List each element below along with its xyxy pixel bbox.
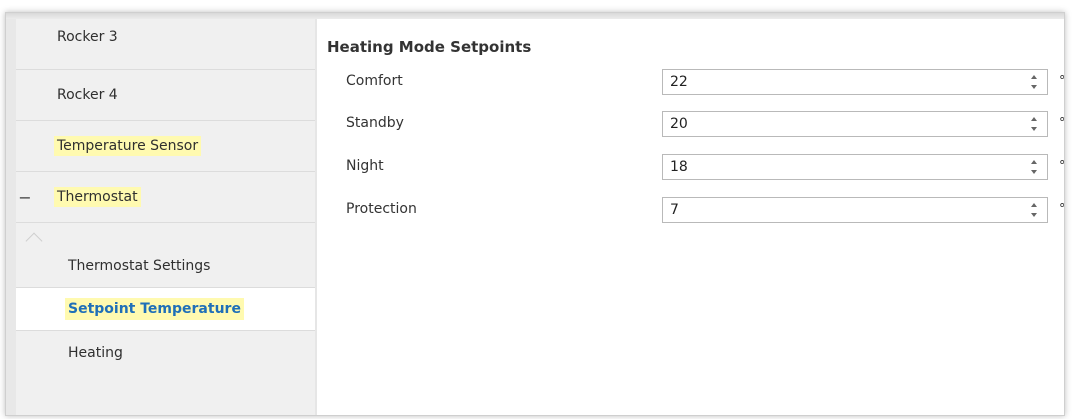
sidebar-item-rocker-4[interactable]: Rocker 4 [16, 70, 315, 121]
arrow-up-icon[interactable] [1031, 117, 1037, 121]
spinner-arrows-icon[interactable] [1029, 201, 1039, 219]
protection-spinbox[interactable]: 7 [662, 197, 1048, 223]
sidebar-item-temperature-sensor[interactable]: Temperature Sensor [16, 121, 315, 172]
sidebar-item-label: Temperature Sensor [54, 136, 202, 156]
spinbox-value: 7 [670, 202, 679, 218]
main-panel: Heating Mode Setpoints Comfort 22 °C Sta… [319, 19, 1064, 415]
sidebar-item-label: Rocker 3 [57, 29, 118, 45]
sidebar-subitem-label: Setpoint Temperature [65, 298, 244, 320]
setpoint-label: Standby [346, 115, 404, 131]
unit-label: °C [1059, 202, 1065, 217]
arrow-down-icon[interactable] [1031, 170, 1037, 174]
unit-label: °C [1059, 74, 1065, 89]
sidebar-item-label: Rocker 4 [57, 87, 118, 103]
standby-spinbox[interactable]: 20 [662, 111, 1048, 137]
arrow-down-icon[interactable] [1031, 127, 1037, 131]
sidebar-subitem-label: Thermostat Settings [68, 258, 211, 274]
unit-label: °C [1059, 116, 1065, 131]
setpoint-label: Night [346, 158, 384, 174]
unit-label: °C [1059, 159, 1065, 174]
arrow-down-icon[interactable] [1031, 213, 1037, 217]
setpoint-row-night: Night 18 °C [319, 154, 1064, 180]
sidebar: Rocker 3 Rocker 4 Temperature Sensor − T… [6, 19, 317, 415]
setpoint-row-standby: Standby 20 °C [319, 111, 1064, 137]
setpoint-row-comfort: Comfort 22 °C [319, 69, 1064, 95]
spinner-arrows-icon[interactable] [1029, 158, 1039, 176]
spinbox-value: 18 [670, 159, 688, 175]
sidebar-item-label: Thermostat [54, 187, 141, 207]
night-spinbox[interactable]: 18 [662, 154, 1048, 180]
sidebar-subitem-label: Heating [68, 344, 123, 361]
collapse-icon[interactable]: − [18, 188, 31, 207]
setpoint-label: Comfort [346, 73, 403, 89]
arrow-down-icon[interactable] [1031, 85, 1037, 89]
arrow-up-icon[interactable] [1031, 75, 1037, 79]
setpoint-row-protection: Protection 7 °C [319, 197, 1064, 223]
arrow-up-icon[interactable] [1031, 160, 1037, 164]
app-window: Rocker 3 Rocker 4 Temperature Sensor − T… [5, 12, 1065, 416]
arrow-up-icon[interactable] [1031, 203, 1037, 207]
sidebar-subitem-heating[interactable]: Heating [16, 331, 315, 374]
spinbox-value: 22 [670, 74, 688, 90]
section-title: Heating Mode Setpoints [327, 38, 532, 56]
sidebar-item-thermostat[interactable]: − Thermostat [16, 172, 315, 223]
spinbox-value: 20 [670, 116, 688, 132]
sidebar-item-rocker-3[interactable]: Rocker 3 [16, 19, 315, 70]
spinner-arrows-icon[interactable] [1029, 115, 1039, 133]
sidebar-subitem-setpoint-temperature[interactable]: Setpoint Temperature [16, 288, 315, 331]
comfort-spinbox[interactable]: 22 [662, 69, 1048, 95]
spinner-arrows-icon[interactable] [1029, 73, 1039, 91]
sidebar-gutter [6, 19, 16, 415]
sidebar-subitem-thermostat-settings[interactable]: Thermostat Settings [16, 245, 315, 288]
setpoint-label: Protection [346, 201, 417, 217]
